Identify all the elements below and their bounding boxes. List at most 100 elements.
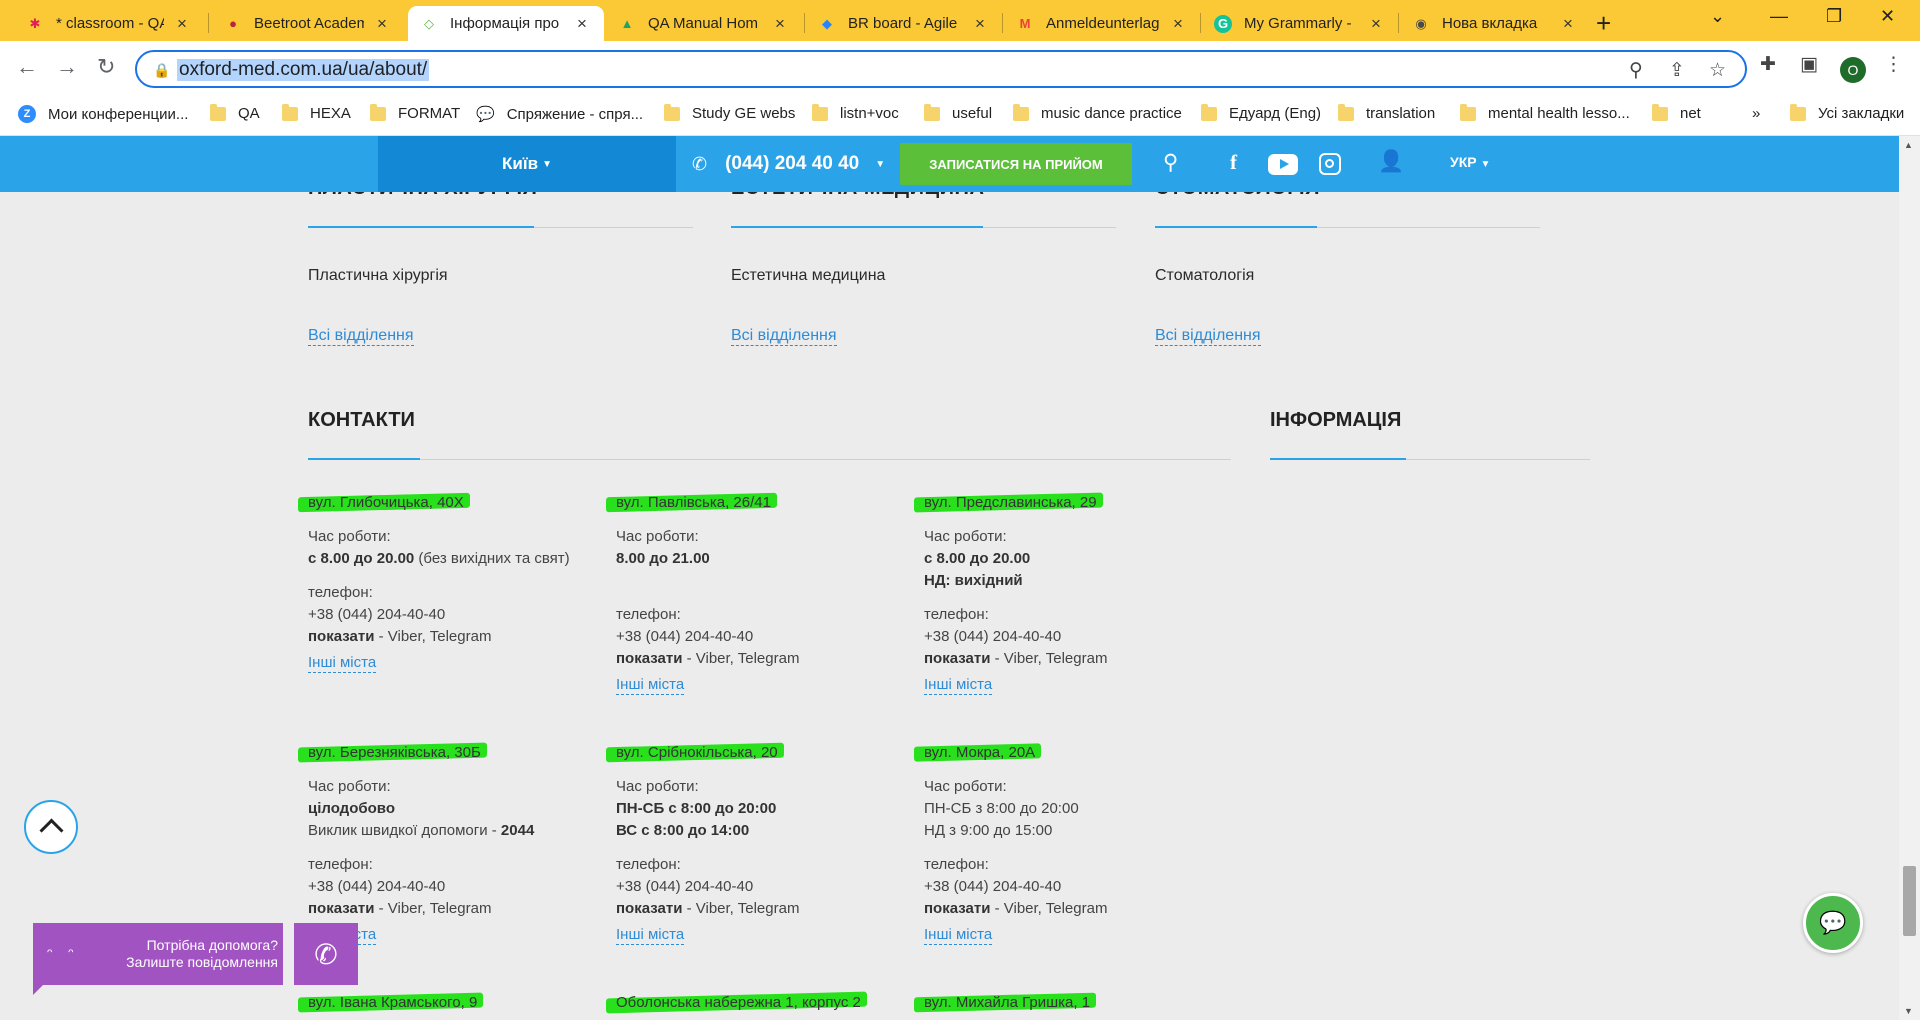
other-cities-link[interactable]: Інші міста [308, 654, 377, 673]
help-message-widget[interactable]: ᵔ ᵔ Потрібна допомога? Залиште повідомле… [33, 923, 283, 995]
bookmark-item[interactable]: Z Мои конференции... [18, 105, 188, 123]
header-phone[interactable]: ✆ (044) 204 40 40 ▼ [676, 136, 900, 192]
contact-card: вул. Предславинська, 29 Час роботи: с 8.… [914, 492, 1224, 696]
menu-kebab-icon[interactable]: ⋮ [1884, 53, 1903, 76]
other-cities-link[interactable]: Інші міста [616, 926, 685, 945]
bookmark-folder[interactable]: Едуард (Eng) [1201, 103, 1321, 122]
all-departments-link[interactable]: Всі відділення [731, 327, 837, 346]
window-close-icon[interactable]: ✕ [1880, 6, 1895, 27]
all-departments-link[interactable]: Всі відділення [308, 327, 414, 346]
close-icon[interactable]: × [172, 14, 192, 34]
language-selector[interactable]: УКР ▼ [1450, 154, 1490, 170]
messenger-line: показати - Viber, Telegram [308, 898, 608, 920]
contact-phone[interactable]: +38 (044) 204-40-40 [616, 626, 916, 648]
browser-tab[interactable]: G My Grammarly - × [1202, 6, 1398, 41]
show-label[interactable]: показати [924, 650, 990, 667]
contact-phone[interactable]: +38 (044) 204-40-40 [924, 626, 1224, 648]
contact-phone[interactable]: +38 (044) 204-40-40 [308, 604, 608, 626]
hours-value-2: НД з 9:00 до 15:00 [924, 822, 1053, 839]
bookmark-folder[interactable]: HEXA [282, 103, 351, 122]
contact-phone[interactable]: +38 (044) 204-40-40 [924, 876, 1224, 898]
close-icon[interactable]: × [572, 14, 592, 34]
bookmarks-overflow-button[interactable]: » [1752, 105, 1760, 122]
other-cities-link[interactable]: Інші міста [616, 676, 685, 695]
browser-tab[interactable]: ✱ * classroom - QA × [14, 6, 204, 41]
hours-label: Час роботи: [924, 778, 1007, 795]
department-item[interactable]: Пластична хірургія [308, 267, 448, 285]
show-label[interactable]: показати [924, 900, 990, 917]
back-icon[interactable]: ← [16, 54, 38, 80]
bookmark-folder[interactable]: mental health lesso... [1460, 103, 1630, 122]
bookmark-folder[interactable]: translation [1338, 103, 1435, 122]
url-text[interactable]: oxford-med.com.ua/ua/about/ [177, 59, 430, 81]
forward-icon[interactable]: → [56, 54, 78, 80]
youtube-icon[interactable] [1268, 154, 1298, 175]
other-cities-link[interactable]: Інші міста [924, 926, 993, 945]
section-accent [731, 226, 983, 228]
browser-tab[interactable]: ◉ Нова вкладка × [1400, 6, 1590, 41]
close-icon[interactable]: × [1168, 14, 1188, 34]
department-item[interactable]: Стоматологія [1155, 267, 1254, 285]
browser-tab[interactable]: ▲ QA Manual Hom × [606, 6, 802, 41]
city-selector[interactable]: Київ ▼ [378, 136, 676, 192]
tab-separator [804, 13, 805, 33]
close-icon[interactable]: × [770, 14, 790, 34]
help-text: Потрібна допомога? Залиште повідомлення [93, 937, 278, 971]
other-cities-link[interactable]: Інші міста [924, 676, 993, 695]
contact-phone[interactable]: +38 (044) 204-40-40 [616, 876, 916, 898]
zoom-icon[interactable]: ⚲ [1629, 59, 1643, 82]
show-label[interactable]: показати [616, 900, 682, 917]
bookmark-folder[interactable]: FORMAT [370, 103, 460, 122]
bookmark-folder[interactable]: useful [924, 103, 993, 122]
scrollbar-thumb[interactable] [1903, 866, 1916, 936]
close-icon[interactable]: × [1366, 14, 1386, 34]
contact-phone[interactable]: +38 (044) 204-40-40 [308, 876, 608, 898]
all-bookmarks-folder[interactable]: Усі закладки [1790, 103, 1904, 122]
bookmark-folder[interactable]: Study GE webs [664, 103, 795, 122]
department-item[interactable]: Естетична медицина [731, 267, 885, 285]
new-tab-icon[interactable]: + [1596, 8, 1611, 39]
book-appointment-button[interactable]: ЗАПИСАТИСЯ НА ПРИЙОМ [900, 143, 1132, 185]
street-text: вул. Глибочицька, 40Х [308, 494, 464, 511]
scroll-down-arrow-icon[interactable]: ▼ [1904, 1006, 1913, 1016]
close-icon[interactable]: × [372, 14, 392, 34]
bookmark-item[interactable]: 💬 Спряжение - спря... [476, 105, 643, 124]
chat-button[interactable]: 💬 [1803, 893, 1863, 953]
extensions-icon[interactable]: ✚ [1760, 53, 1776, 76]
show-label[interactable]: показати [308, 628, 374, 645]
scroll-to-top-button[interactable] [24, 800, 78, 854]
instagram-icon[interactable] [1319, 153, 1341, 175]
scroll-up-arrow-icon[interactable]: ▲ [1904, 140, 1913, 150]
hours-rest: Виклик швидкої допомоги - [308, 822, 501, 839]
share-icon[interactable]: ⇪ [1669, 59, 1685, 82]
close-icon[interactable]: × [970, 14, 990, 34]
bookmark-folder[interactable]: QA [210, 103, 260, 122]
close-icon[interactable]: × [1558, 14, 1578, 34]
browser-tab[interactable]: ◆ BR board - Agile × [806, 6, 1002, 41]
show-label[interactable]: показати [308, 900, 374, 917]
bookmark-folder[interactable]: listn+voc [812, 103, 899, 122]
address-bar[interactable]: 🔒 oxford-med.com.ua/ua/about/ ⚲ ⇪ ☆ [135, 50, 1747, 88]
browser-tab-active[interactable]: ◇ Інформація про × [408, 6, 604, 41]
profile-avatar[interactable]: O [1840, 57, 1866, 83]
jira-icon: ◆ [822, 15, 832, 31]
browser-tab[interactable]: ● Beetroot Academ × [212, 6, 404, 41]
tab-search-chevron-icon[interactable]: ⌄ [1710, 6, 1725, 27]
call-button[interactable]: ✆ [294, 923, 358, 985]
show-label[interactable]: показати [616, 650, 682, 667]
minimize-icon[interactable]: — [1770, 6, 1788, 27]
all-departments-link[interactable]: Всі відділення [1155, 327, 1261, 346]
bookmark-folder[interactable]: net [1652, 103, 1701, 122]
lock-icon[interactable]: 🔒 [153, 62, 170, 79]
facebook-icon[interactable]: f [1230, 150, 1237, 175]
browser-tab[interactable]: M Anmeldeunterlag × [1004, 6, 1200, 41]
reload-icon[interactable]: ↻ [97, 54, 115, 80]
side-panel-icon[interactable]: ▣ [1800, 53, 1818, 76]
user-icon[interactable]: 👤 [1378, 150, 1404, 174]
search-icon[interactable]: ⚲ [1163, 150, 1178, 175]
bookmark-label: useful [952, 105, 993, 122]
bookmark-folder[interactable]: music dance practice [1013, 103, 1182, 122]
bookmark-star-icon[interactable]: ☆ [1709, 59, 1726, 82]
page-scrollbar[interactable]: ▲ ▼ [1899, 136, 1920, 1020]
restore-icon[interactable]: ❐ [1826, 6, 1842, 27]
